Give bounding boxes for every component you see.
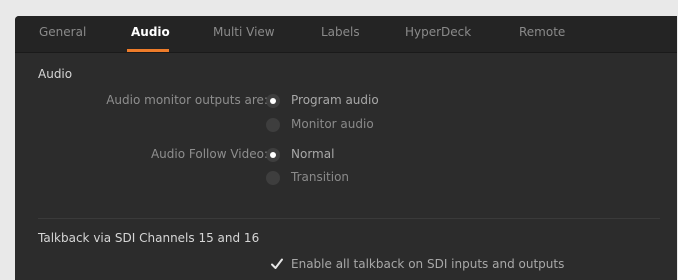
checkmark-icon	[271, 258, 283, 269]
active-tab-indicator	[127, 49, 169, 52]
tab-bar: General Audio Multi View Labels HyperDec…	[15, 16, 677, 53]
transition-label[interactable]: Transition	[291, 170, 349, 184]
normal-radio[interactable]	[266, 148, 280, 162]
normal-label[interactable]: Normal	[291, 147, 334, 161]
monitor-audio-label[interactable]: Monitor audio	[291, 117, 374, 131]
talkback-section-title: Talkback via SDI Channels 15 and 16	[38, 231, 260, 245]
audio-follow-video-label: Audio Follow Video:	[150, 147, 268, 161]
tab-multi-view[interactable]: Multi View	[213, 25, 275, 39]
talkback-checkbox[interactable]	[269, 256, 285, 272]
tab-hyperdeck[interactable]: HyperDeck	[405, 25, 471, 39]
tab-general[interactable]: General	[39, 25, 86, 39]
monitor-audio-radio[interactable]	[266, 118, 280, 132]
tab-remote[interactable]: Remote	[519, 25, 565, 39]
tab-labels[interactable]: Labels	[321, 25, 360, 39]
audio-settings-panel: Audio Audio monitor outputs are: Program…	[15, 53, 677, 280]
transition-radio[interactable]	[266, 171, 280, 185]
program-audio-label[interactable]: Program audio	[291, 93, 379, 107]
monitor-outputs-label: Audio monitor outputs are:	[106, 93, 268, 107]
program-audio-radio[interactable]	[266, 94, 280, 108]
audio-section-title: Audio	[38, 67, 73, 81]
talkback-checkbox-label[interactable]: Enable all talkback on SDI inputs and ou…	[291, 257, 564, 271]
settings-window: General Audio Multi View Labels HyperDec…	[15, 16, 677, 280]
tab-audio[interactable]: Audio	[131, 25, 170, 39]
section-divider	[38, 218, 660, 219]
